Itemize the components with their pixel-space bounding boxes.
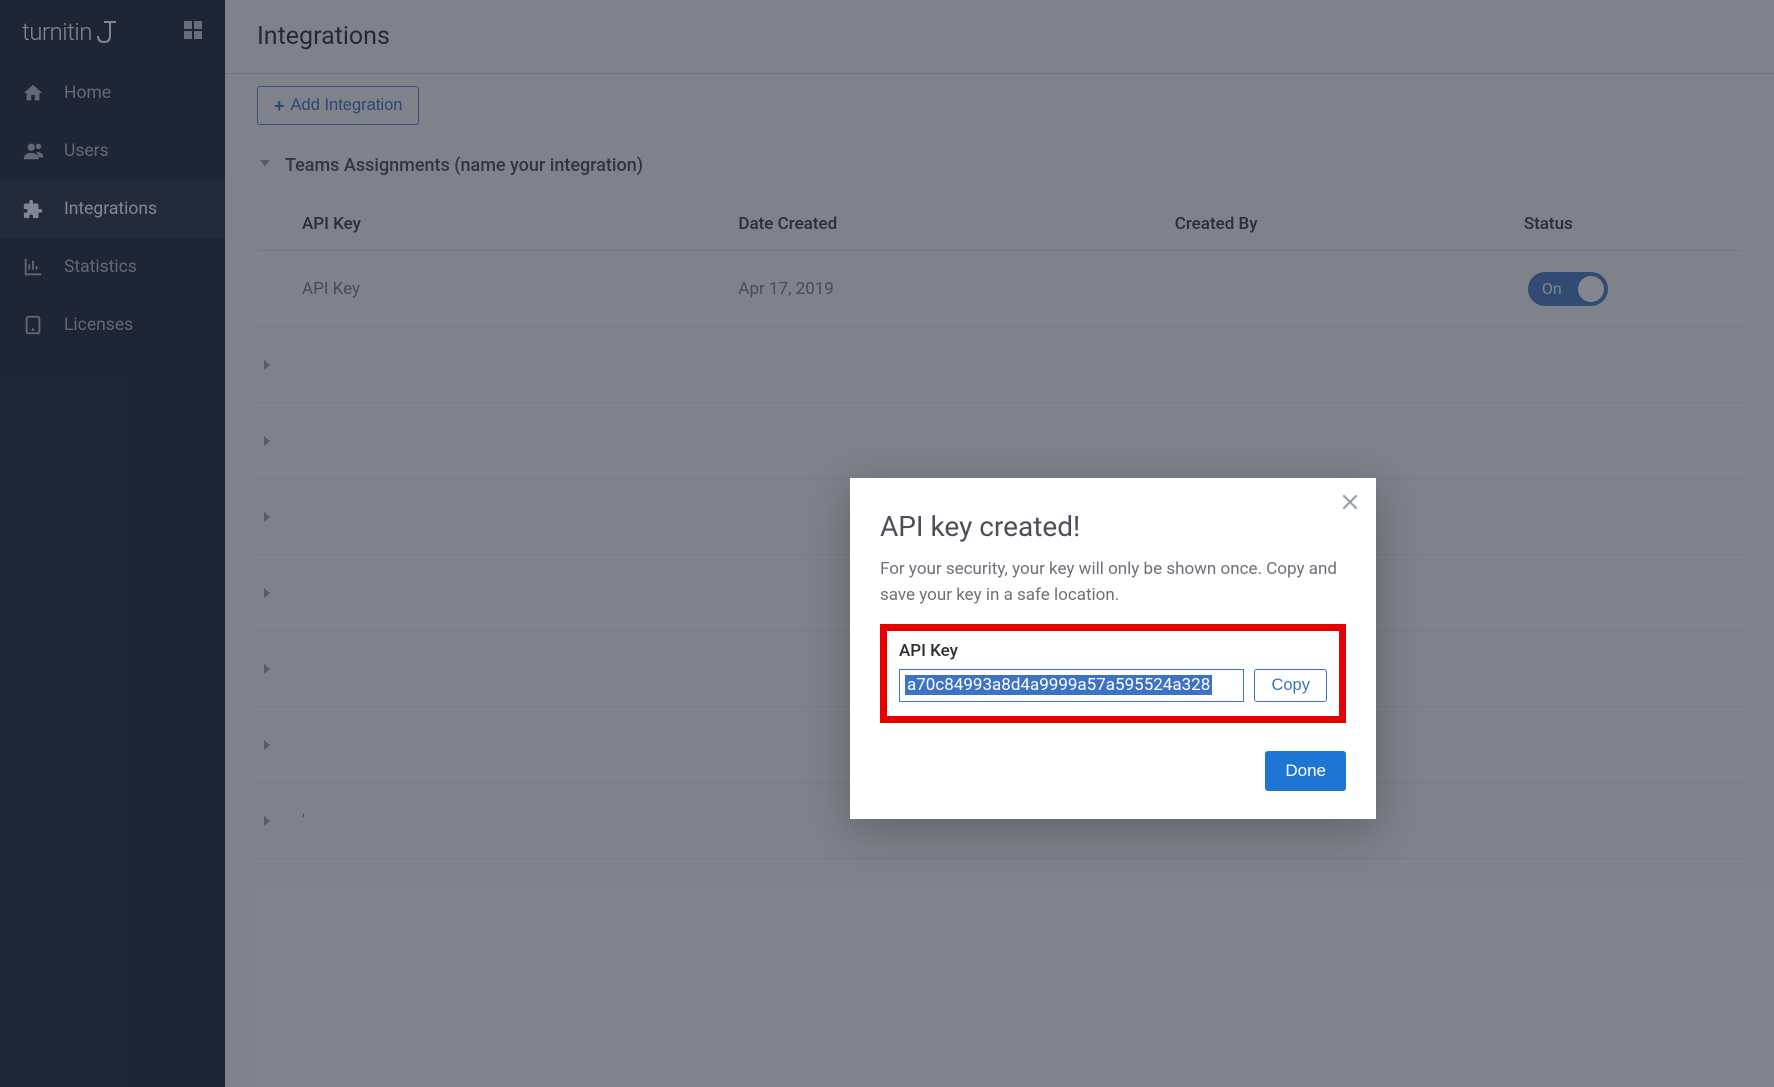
- api-key-highlight-box: API Key a70c84993a8d4a9999a57a595524a328…: [880, 624, 1346, 723]
- api-key-value: a70c84993a8d4a9999a57a595524a328: [905, 675, 1212, 695]
- copy-button[interactable]: Copy: [1254, 669, 1327, 702]
- modal-title: API key created!: [880, 510, 1346, 543]
- api-key-label: API Key: [899, 641, 1327, 661]
- modal-description: For your security, your key will only be…: [880, 557, 1346, 608]
- close-icon[interactable]: [1340, 492, 1360, 518]
- api-key-modal: API key created! For your security, your…: [850, 478, 1376, 819]
- done-button[interactable]: Done: [1265, 751, 1346, 791]
- api-key-input[interactable]: a70c84993a8d4a9999a57a595524a328: [899, 669, 1244, 702]
